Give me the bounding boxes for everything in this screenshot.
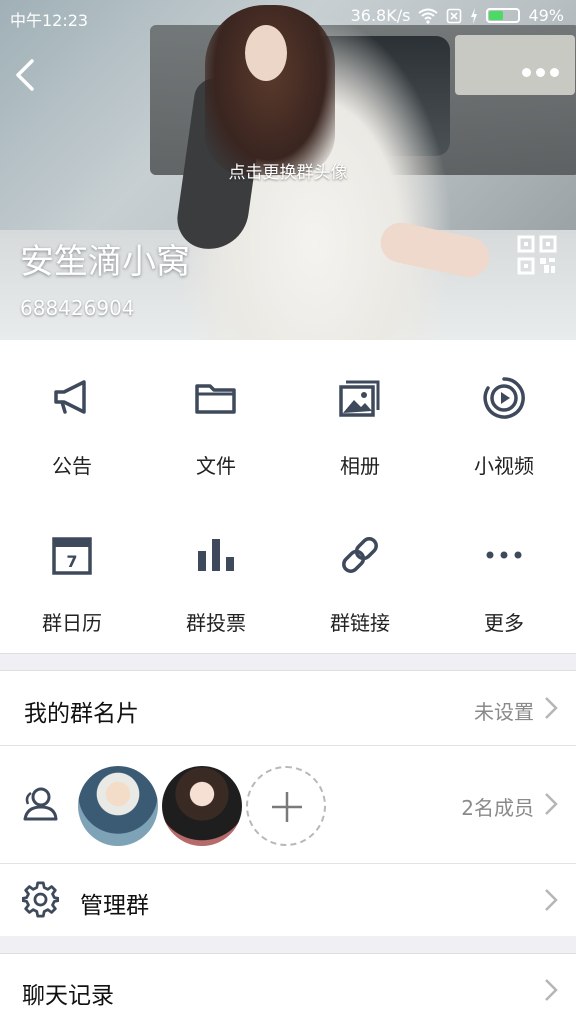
battery-percent: 49% (528, 6, 564, 25)
wifi-icon (418, 8, 439, 24)
gear-icon (22, 881, 59, 918)
status-time: 中午12:23 (10, 11, 89, 30)
feature-label: 公告 (52, 454, 92, 478)
members-row[interactable]: 2名成员 (0, 746, 576, 863)
feature-link[interactable]: 群链接 (288, 497, 432, 654)
feature-label: 更多 (484, 611, 524, 635)
member-avatar[interactable] (162, 766, 242, 846)
calendar-day-number: 7 (66, 552, 77, 571)
more-dots-icon (486, 551, 522, 559)
group-id: 688426904 (20, 296, 135, 320)
feature-label: 群链接 (330, 611, 390, 635)
back-arrow-icon[interactable] (10, 55, 40, 95)
folder-icon (195, 384, 236, 414)
qr-code-icon[interactable] (517, 235, 557, 275)
chat-history-row[interactable]: 聊天记录 (0, 953, 576, 1024)
member-count: 2名成员 (461, 796, 534, 820)
no-sim-icon (447, 8, 462, 23)
battery-level-fill (489, 11, 504, 20)
group-header: 中午12:23 36.8K/s 49% 点击更换群头像 安笙滴小窝 688426… (0, 0, 576, 340)
more-dot (549, 67, 559, 77)
feature-short-video[interactable]: 小视频 (432, 340, 576, 497)
chat-history-title: 聊天记录 (22, 983, 114, 1009)
manage-group-row[interactable]: 管理群 (0, 864, 576, 936)
more-options-button[interactable] (518, 60, 562, 84)
members-icon (23, 787, 58, 821)
video-play-icon (483, 377, 525, 419)
feature-files[interactable]: 文件 (144, 340, 288, 497)
my-group-card-title: 我的群名片 (24, 701, 139, 727)
chevron-right-icon (545, 793, 558, 815)
chevron-right-icon (545, 889, 558, 911)
change-avatar-hint[interactable]: 点击更换群头像 (0, 158, 576, 183)
group-profile-screen: 中午12:23 36.8K/s 49% 点击更换群头像 安笙滴小窝 688426… (0, 0, 576, 1024)
feature-album[interactable]: 相册 (288, 340, 432, 497)
plus-icon (272, 792, 302, 822)
feature-grid: 公告 文件 相册 小视频 7 群日历 群投票 群链接 更多 (0, 340, 576, 654)
feature-announcement[interactable]: 公告 (0, 340, 144, 497)
feature-label: 群投票 (186, 611, 246, 635)
my-group-card-row[interactable]: 我的群名片 未设置 (0, 670, 576, 745)
add-member-button[interactable] (246, 766, 326, 846)
manage-group-title: 管理群 (80, 893, 149, 919)
chevron-right-icon (545, 979, 558, 1001)
status-bar: 中午12:23 36.8K/s 49% (0, 0, 576, 32)
charging-icon (471, 7, 478, 24)
bar-chart-icon (198, 539, 234, 571)
megaphone-icon (54, 380, 86, 414)
feature-vote[interactable]: 群投票 (144, 497, 288, 654)
battery-icon (486, 8, 521, 23)
chevron-right-icon (545, 697, 558, 719)
group-name: 安笙滴小窝 (20, 242, 190, 282)
more-dot (521, 67, 531, 77)
photo-face-shape (245, 25, 287, 81)
my-group-card-value: 未设置 (474, 700, 534, 724)
feature-label: 群日历 (42, 611, 102, 635)
status-indicators: 36.8K/s 49% (351, 6, 564, 25)
network-speed: 36.8K/s (350, 6, 411, 25)
link-icon (342, 537, 378, 573)
feature-label: 相册 (340, 454, 380, 478)
feature-label: 小视频 (474, 454, 534, 478)
feature-more[interactable]: 更多 (432, 497, 576, 654)
feature-label: 文件 (196, 454, 236, 478)
member-avatar[interactable] (78, 766, 158, 846)
calendar-icon: 7 (52, 537, 92, 575)
photo-album-icon (339, 380, 380, 417)
more-dot (535, 67, 545, 77)
feature-calendar[interactable]: 7 群日历 (0, 497, 144, 654)
